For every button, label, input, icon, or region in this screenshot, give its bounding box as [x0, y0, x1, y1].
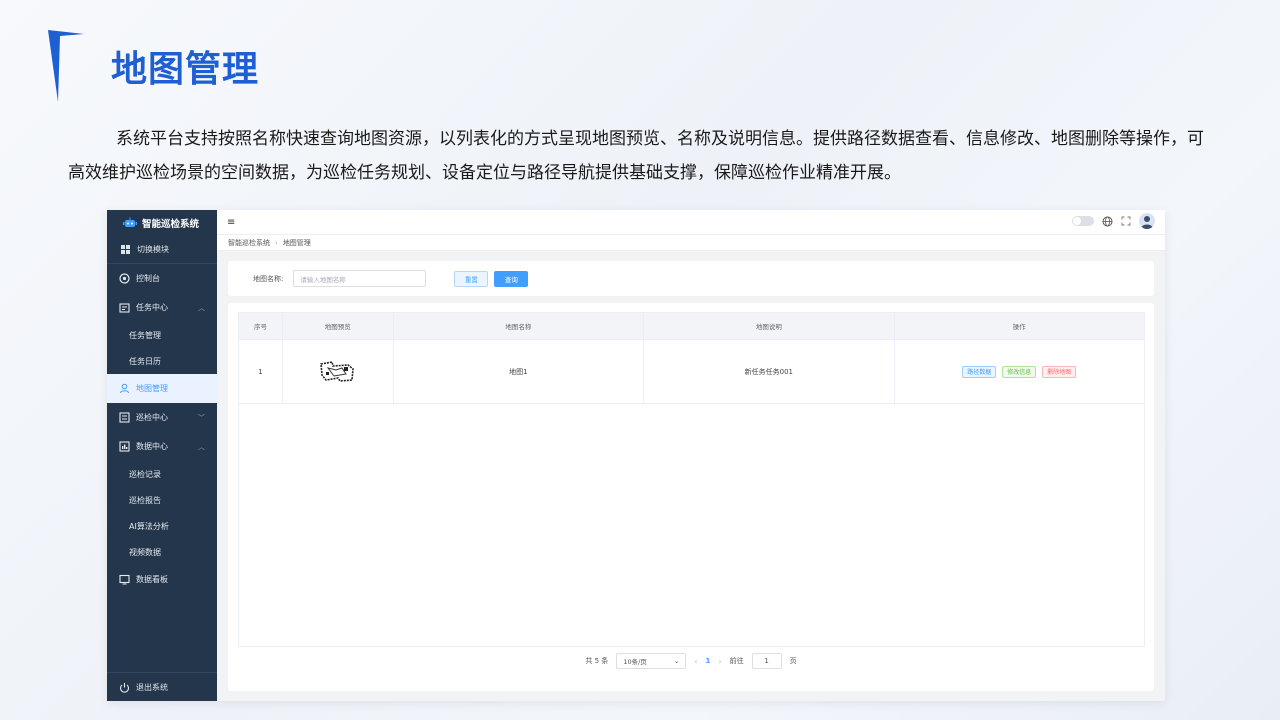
sidebar-item-label: 数据中心	[136, 442, 168, 451]
avatar[interactable]	[1139, 213, 1155, 229]
sidebar-item-data-board[interactable]: 数据看板	[107, 565, 217, 594]
table-body-area	[238, 403, 1145, 647]
user-icon	[120, 383, 129, 394]
sidebar-item-label: 巡检中心	[136, 413, 168, 422]
column-header: 地图预览	[283, 313, 394, 339]
current-page[interactable]: 1	[706, 657, 711, 665]
pagination: 共 5 条 10条/页 ⌄ ‹ 1 › 前往 1 页	[228, 652, 1154, 670]
goto-label: 前往	[729, 657, 744, 665]
sidebar-item-ai-analysis[interactable]: AI算法分析	[107, 513, 217, 539]
map-table: 序号 地图预览 地图名称 地图说明 操作 1 地图1 新任务任务001 路径数据…	[238, 312, 1145, 404]
slide-title: 地图管理	[111, 49, 260, 90]
board-icon	[119, 574, 130, 585]
reset-button[interactable]: 重置	[454, 270, 489, 287]
row-index: 1	[239, 340, 283, 403]
fullscreen-icon[interactable]	[1121, 216, 1131, 226]
chevron-up-icon: ︿	[198, 442, 205, 451]
column-header: 地图名称	[394, 313, 645, 339]
robot-logo-icon	[123, 217, 137, 227]
sidebar-item-task-management[interactable]: 任务管理	[107, 322, 217, 348]
sidebar-item-label: 地图管理	[136, 384, 168, 393]
app-window: 智能巡检系统 切换模块 控制台 任务中心 ︿ 任务管理 任务日历 地图管理 巡检…	[107, 210, 1165, 701]
column-header: 操作	[1012, 323, 1026, 331]
path-data-button[interactable]: 路径数据	[962, 365, 997, 378]
breadcrumb-separator-icon: ›	[275, 238, 278, 247]
sidebar-item-label: 控制台	[136, 274, 160, 283]
sidebar-item-task-center[interactable]: 任务中心 ︿	[107, 293, 217, 322]
dashboard-icon	[119, 273, 130, 284]
breadcrumb-item-root[interactable]: 智能巡检系统	[228, 238, 270, 248]
switch-module-button[interactable]: 切换模块	[107, 236, 217, 264]
power-icon	[119, 682, 130, 693]
prev-page-icon[interactable]: ‹	[694, 657, 697, 666]
sidebar-item-dashboard[interactable]: 控制台	[107, 264, 217, 293]
chevron-up-icon: ︿	[198, 303, 205, 312]
map-preview[interactable]	[283, 340, 394, 403]
user-avatar-icon	[1141, 216, 1153, 229]
topbar-actions	[1072, 213, 1155, 229]
sidebar-item-inspection-report[interactable]: 巡检报告	[107, 487, 217, 513]
page-size-select[interactable]: 10条/页 ⌄	[616, 653, 687, 669]
chevron-down-icon: ﹀	[198, 413, 205, 422]
map-thumbnail-icon	[319, 360, 354, 382]
breadcrumb: 智能巡检系统 › 地图管理	[217, 234, 1165, 251]
row-actions: 路径数据 修改信息 删除地图	[895, 340, 1144, 403]
search-panel: 地图名称: 请输入地图名称 重置 查询	[228, 261, 1154, 296]
goto-page-input[interactable]: 1	[751, 653, 782, 669]
theme-toggle[interactable]	[1072, 216, 1094, 226]
page-size-value: 10条/页	[623, 658, 647, 666]
chevron-down-icon: ⌄	[673, 657, 680, 665]
corner-bracket-icon	[48, 30, 84, 102]
map-name: 地图1	[394, 340, 645, 403]
table-panel: 序号 地图预览 地图名称 地图说明 操作 1 地图1 新任务任务001 路径数据…	[228, 303, 1154, 691]
slide-description: 系统平台支持按照名称快速查询地图资源，以列表化的方式呈现地图预览、名称及说明信息…	[68, 129, 1204, 183]
grid-icon	[121, 245, 130, 254]
query-button[interactable]: 查询	[494, 270, 529, 287]
sidebar-item-video-data[interactable]: 视频数据	[107, 539, 217, 565]
breadcrumb-item-current: 地图管理	[282, 238, 311, 247]
brand: 智能巡检系统	[107, 210, 217, 236]
brand-name: 智能巡检系统	[142, 219, 200, 230]
column-header: 地图说明	[644, 313, 895, 339]
hamburger-menu-icon[interactable]: ≡	[227, 217, 235, 228]
main-content: ≡ 智能巡检系统 › 地图管理 地图名称: 请输入地图名称 重置 查询 序号 地…	[217, 210, 1165, 701]
sidebar-item-label: 数据看板	[136, 575, 168, 584]
globe-icon[interactable]	[1102, 216, 1113, 227]
sidebar-item-label: 任务中心	[136, 303, 168, 312]
task-icon	[119, 303, 130, 313]
sidebar-item-map-management[interactable]: 地图管理	[107, 374, 217, 403]
sidebar-item-data-center[interactable]: 数据中心 ︿	[107, 432, 217, 461]
sidebar: 智能巡检系统 切换模块 控制台 任务中心 ︿ 任务管理 任务日历 地图管理 巡检…	[107, 210, 217, 701]
map-name-input[interactable]: 请输入地图名称	[293, 270, 427, 287]
switch-module-label: 切换模块	[137, 245, 169, 254]
sidebar-item-inspection-center[interactable]: 巡检中心 ﹀	[107, 403, 217, 432]
data-icon	[119, 441, 130, 452]
logout-button[interactable]: 退出系统	[107, 672, 217, 701]
search-label: 地图名称:	[253, 274, 284, 283]
logout-label: 退出系统	[136, 682, 168, 692]
sidebar-item-inspection-records[interactable]: 巡检记录	[107, 461, 217, 487]
next-page-icon[interactable]: ›	[718, 657, 721, 666]
table-header: 序号 地图预览 地图名称 地图说明 操作	[239, 313, 1144, 339]
column-header: 序号	[239, 313, 283, 339]
map-description: 新任务任务001	[644, 340, 895, 403]
edit-info-button[interactable]: 修改信息	[1002, 365, 1037, 378]
page-unit-label: 页	[789, 657, 797, 665]
table-row: 1 地图1 新任务任务001 路径数据 修改信息 删除地图	[239, 339, 1144, 403]
topbar: ≡	[217, 210, 1165, 234]
delete-map-button[interactable]: 删除地图	[1042, 365, 1077, 378]
total-count: 共 5 条	[585, 657, 609, 665]
inspect-icon	[119, 412, 130, 423]
sidebar-item-task-calendar[interactable]: 任务日历	[107, 348, 217, 374]
